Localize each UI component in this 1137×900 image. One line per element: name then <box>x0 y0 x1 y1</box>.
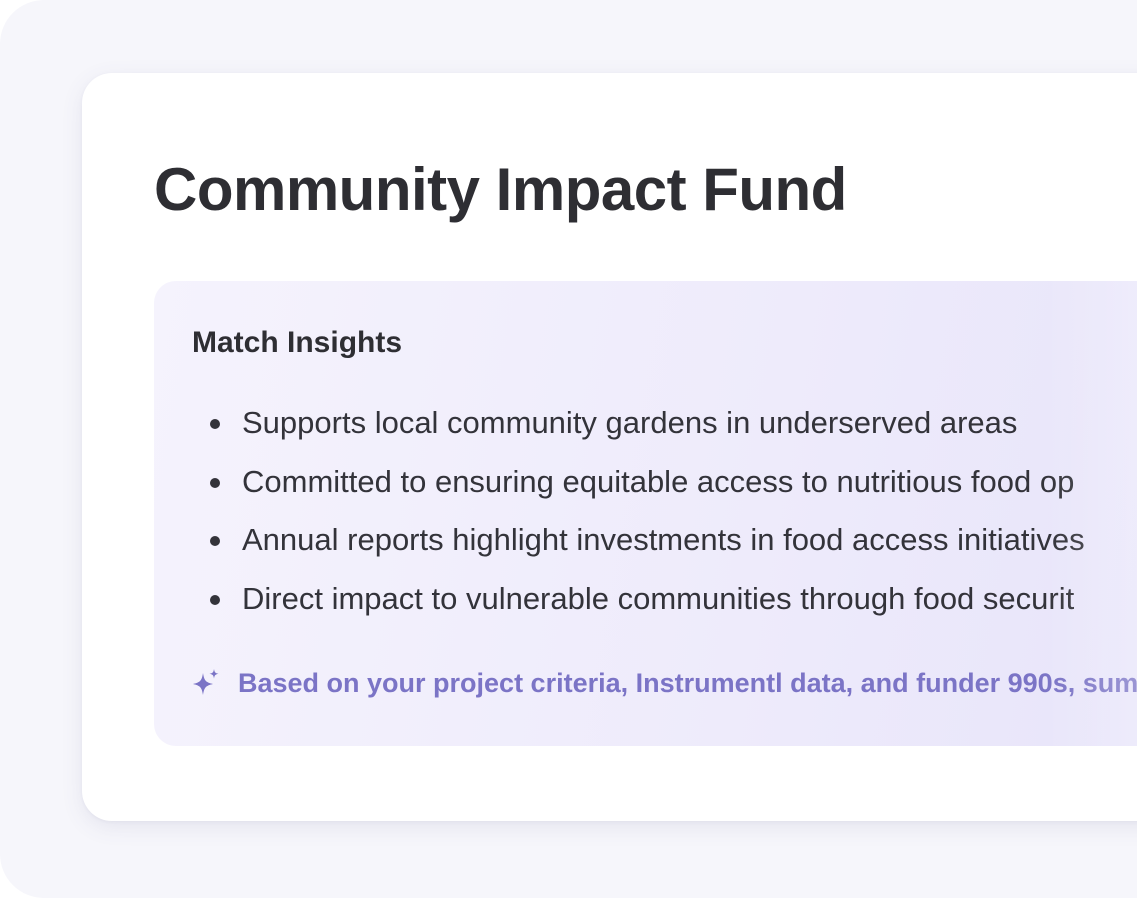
source-note-text: Based on your project criteria, Instrume… <box>238 668 1137 698</box>
app-background: Community Impact Fund Match Insights Sup… <box>0 0 1137 898</box>
bullet-dot-icon <box>210 419 220 429</box>
insights-source-note: Based on your project criteria, Instrume… <box>190 663 1137 703</box>
insight-item: Annual reports highlight investments in … <box>210 518 1085 577</box>
funder-card: Community Impact Fund Match Insights Sup… <box>82 73 1137 821</box>
sparkle-icon <box>193 669 219 695</box>
funder-title: Community Impact Fund <box>154 156 847 223</box>
bullet-dot-icon <box>210 594 220 605</box>
insight-text: Committed to ensuring equitable access t… <box>242 463 1075 499</box>
match-insights-panel: Match Insights Supports local community … <box>154 281 1137 746</box>
bullet-dot-icon <box>210 536 220 546</box>
insight-text: Direct impact to vulnerable communities … <box>242 580 1075 616</box>
insight-text: Supports local community gardens in unde… <box>242 405 1018 440</box>
insight-item: Committed to ensuring equitable access t… <box>210 460 1085 519</box>
insight-text: Annual reports highlight investments in … <box>242 522 1085 557</box>
match-insights-heading: Match Insights <box>192 326 403 359</box>
insight-item: Direct impact to vulnerable communities … <box>210 577 1085 636</box>
bullet-dot-icon <box>210 477 220 488</box>
insights-list: Supports local community gardens in unde… <box>210 401 1085 635</box>
insight-item: Supports local community gardens in unde… <box>210 401 1085 460</box>
